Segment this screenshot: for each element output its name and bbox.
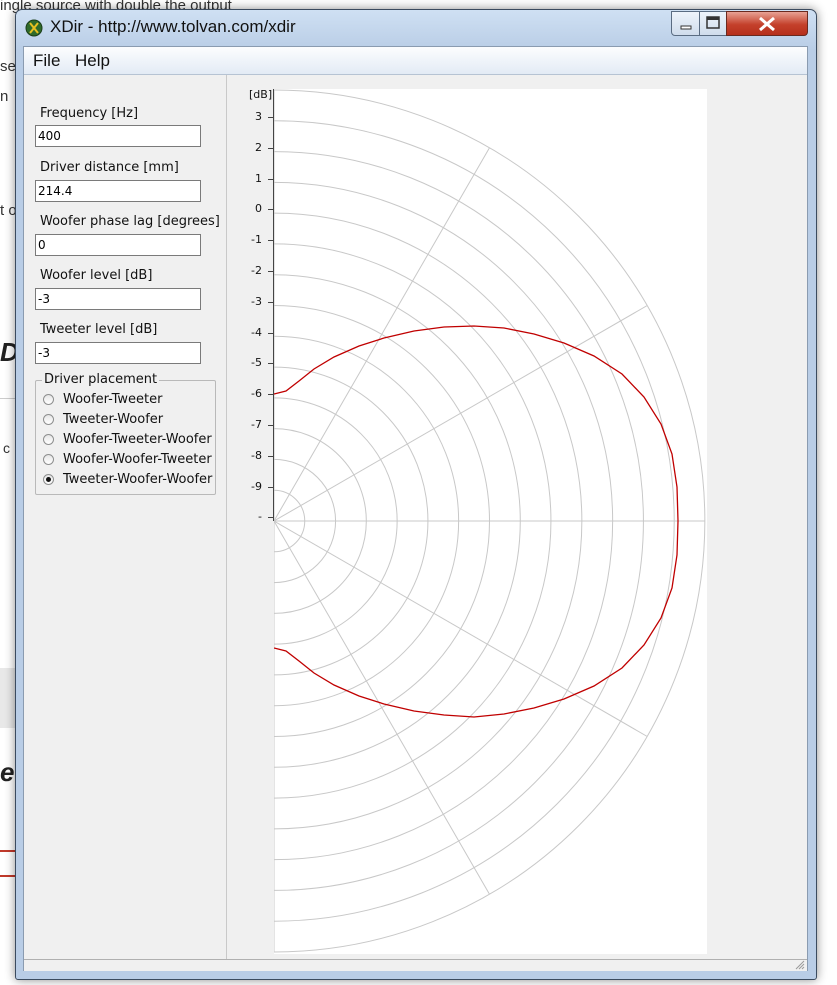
xdir-app-icon xyxy=(25,19,43,37)
status-bar xyxy=(24,959,807,971)
tick-label: -2 xyxy=(251,264,262,277)
radio-tweeter-woofer[interactable]: Tweeter-Woofer xyxy=(43,411,213,429)
woofer-phase-lag-input[interactable] xyxy=(35,234,201,256)
tick-label: -5 xyxy=(251,356,262,370)
tick-label: 3 xyxy=(255,110,262,123)
minimize-button[interactable] xyxy=(671,11,700,36)
driver-distance-input[interactable] xyxy=(35,180,201,202)
woofer-level-input[interactable] xyxy=(35,288,201,310)
radio-woofer-tweeter[interactable]: Woofer-Tweeter xyxy=(43,391,213,409)
grid-spoke xyxy=(273,305,648,522)
menu-file[interactable]: File xyxy=(33,51,60,71)
tweeter-level-input[interactable] xyxy=(35,342,201,364)
radio-button[interactable] xyxy=(43,394,54,405)
radio-label: Tweeter-Woofer-Woofer xyxy=(63,472,213,487)
close-button[interactable] xyxy=(726,11,808,36)
resize-grip-icon[interactable] xyxy=(795,960,805,970)
tick-label: -4 xyxy=(251,325,262,339)
tick-label: 2 xyxy=(255,140,262,154)
window-title: XDir - http://www.tolvan.com/xdir xyxy=(50,17,296,36)
close-icon xyxy=(759,16,775,32)
radio-tweeter-woofer-woofer[interactable]: Tweeter-Woofer-Woofer xyxy=(43,471,213,489)
minimize-icon xyxy=(680,25,692,30)
tick-label: -8 xyxy=(251,448,262,462)
radio-woofer-tweeter-woofer[interactable]: Woofer-Tweeter-Woofer xyxy=(43,431,213,449)
client-area: File Help Frequency [Hz] Driver distance… xyxy=(23,46,808,971)
radio-label: Tweeter-Woofer xyxy=(63,412,164,427)
tick-label: -6 xyxy=(251,387,262,401)
unit-label: [dB] xyxy=(249,88,273,101)
radio-button[interactable] xyxy=(43,474,54,485)
radio-button[interactable] xyxy=(43,434,54,445)
frequency-input[interactable] xyxy=(35,125,201,147)
menu-help[interactable]: Help xyxy=(75,51,110,71)
woofer-phase-lag-label: Woofer phase lag [degrees] xyxy=(40,214,220,229)
tick-label: -3 xyxy=(251,294,262,308)
radio-label: Woofer-Tweeter xyxy=(63,392,163,407)
radio-label: Woofer-Tweeter-Woofer xyxy=(63,432,212,447)
polar-plot-svg xyxy=(273,89,706,953)
title-bar[interactable]: XDir - http://www.tolvan.com/xdir xyxy=(16,10,816,46)
background-text: c xyxy=(3,440,10,456)
tick-label: 1 xyxy=(255,171,262,185)
panel-divider xyxy=(226,75,227,959)
grid-spoke xyxy=(273,520,648,737)
background-heading: e xyxy=(0,757,15,787)
maximize-icon xyxy=(706,16,720,29)
frequency-label: Frequency [Hz] xyxy=(40,106,139,121)
radio-selected-dot xyxy=(46,477,51,482)
driver-placement-group: Driver placement Woofer-Tweeter Tweeter-… xyxy=(35,372,216,495)
radio-button[interactable] xyxy=(43,414,54,425)
background-text: se xyxy=(0,58,16,75)
tick-label: - xyxy=(258,510,262,524)
tick-label: -7 xyxy=(251,418,262,431)
driver-distance-label: Driver distance [mm] xyxy=(40,160,179,175)
background-text: n xyxy=(0,88,9,105)
woofer-level-label: Woofer level [dB] xyxy=(40,268,153,283)
radio-button[interactable] xyxy=(43,454,54,465)
maximize-button[interactable] xyxy=(699,11,727,36)
tweeter-level-label: Tweeter level [dB] xyxy=(40,322,158,337)
polar-plot xyxy=(273,89,707,954)
tick-label: -9 xyxy=(251,479,262,493)
tick-label: 0 xyxy=(255,202,262,216)
grid-spoke xyxy=(273,147,490,522)
xdir-window: XDir - http://www.tolvan.com/xdir File H… xyxy=(15,9,817,980)
driver-placement-legend: Driver placement xyxy=(42,372,160,387)
radio-woofer-woofer-tweeter[interactable]: Woofer-Woofer-Tweeter xyxy=(43,451,213,469)
tick-label: -1 xyxy=(251,233,262,247)
grid-spoke xyxy=(273,520,490,895)
radio-label: Woofer-Woofer-Tweeter xyxy=(63,452,212,467)
menu-bar: File Help xyxy=(24,47,807,75)
